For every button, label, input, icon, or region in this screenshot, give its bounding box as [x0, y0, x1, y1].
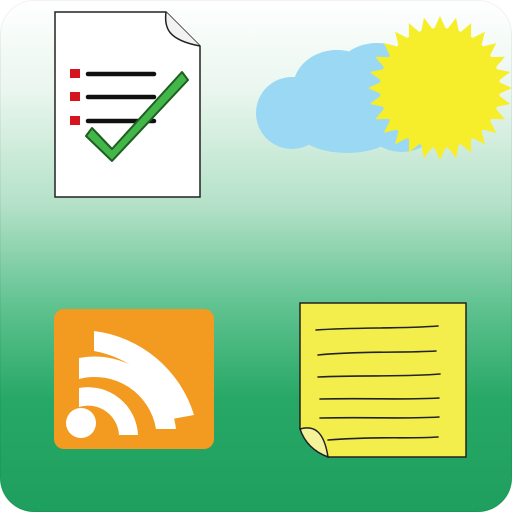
sticky-note-icon	[298, 301, 470, 461]
checklist-document-icon	[52, 10, 204, 200]
app-icon	[0, 0, 512, 512]
weather-icon	[252, 8, 512, 178]
rss-feed-icon	[54, 309, 216, 451]
